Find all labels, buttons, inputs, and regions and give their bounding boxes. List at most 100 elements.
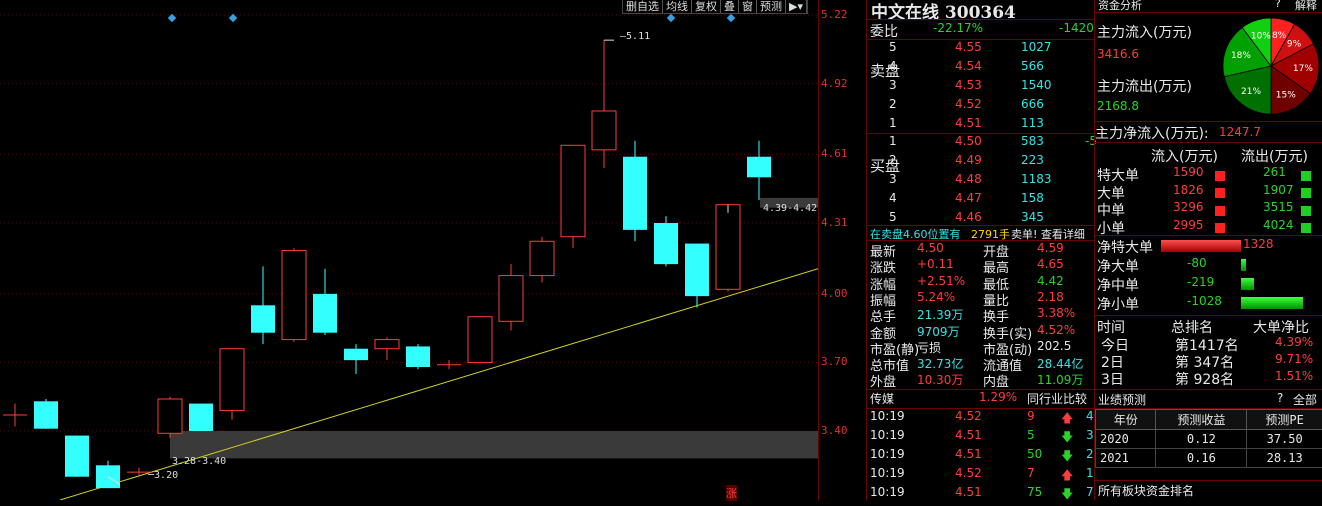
- overlay-button[interactable]: 叠: [721, 0, 739, 13]
- pie-slice-label: 9%: [1287, 40, 1302, 50]
- flow-help-button[interactable]: ?: [1275, 0, 1281, 10]
- candle: [437, 360, 461, 370]
- net-flow-row: 净特大单 1328: [1097, 237, 1274, 256]
- candle: [467, 316, 493, 363]
- net-inflow-label: 主力净流入(万元):: [1095, 126, 1209, 142]
- net-flow-bar: [1161, 240, 1241, 252]
- forecast-all-button[interactable]: 全部: [1293, 391, 1317, 408]
- rank-row: 今日 第1417名 4.39%: [1101, 335, 1314, 354]
- sell-level-row[interactable]: 2 4.52 666: [867, 97, 1095, 115]
- buy-level-row[interactable]: 3 4.48 1183: [867, 172, 1095, 190]
- event-marker: [167, 13, 177, 23]
- stat-row: 总市值 32.73亿 流通值 28.44亿: [870, 357, 1084, 375]
- sell-level-row[interactable]: 1 4.51 113: [867, 116, 1095, 134]
- buy-level-row[interactable]: 4 4.47 158: [867, 191, 1095, 209]
- stat-row: 金额 9709万 换手(实) 4.52%: [870, 322, 1076, 342]
- net-flow-bar: [1241, 297, 1303, 309]
- net-flow-bar: [1241, 278, 1255, 290]
- stat-row: 涨幅 +2.51% 最低 4.42: [870, 273, 1064, 293]
- stat-row: 涨跌 +0.11 最高 4.65: [870, 257, 1064, 277]
- adjust-button[interactable]: 复权: [692, 0, 721, 13]
- pie-slice-label: 18%: [1231, 51, 1251, 61]
- chart-toolbar: 删自选 均线 复权 叠 窗 预测 ▶▾: [622, 0, 808, 14]
- sell-level-row[interactable]: 3 4.53 1540: [867, 78, 1095, 96]
- down-arrow-icon: 🡇: [1061, 449, 1074, 463]
- arrow-menu-icon[interactable]: ▶▾: [786, 0, 807, 13]
- candle: [654, 216, 678, 267]
- all-sector-ranking-link[interactable]: 所有板块资金排名: [1098, 482, 1194, 499]
- price-tick: 5.22: [821, 8, 848, 21]
- inflow-swatch: [1213, 221, 1225, 235]
- candle: [219, 348, 245, 420]
- net-flow-row: 净中单 -219: [1095, 275, 1322, 294]
- sector-row[interactable]: 传媒 1.29% 同行业比较: [867, 390, 1095, 408]
- tick-row: 10:19 4.51 50 🡇 2: [867, 447, 1095, 465]
- band-high-label: 4.39-4.42: [763, 203, 818, 214]
- forecast-help-button[interactable]: ?: [1277, 391, 1283, 405]
- tick-row: 10:19 4.51 5 🡇 3: [867, 428, 1095, 446]
- window-button[interactable]: 窗: [739, 0, 757, 13]
- candle: [344, 344, 368, 374]
- outflow-col-header: 流出(万元): [1241, 149, 1308, 165]
- candle: [498, 264, 524, 331]
- buy-level-row[interactable]: 2 4.49 223: [867, 153, 1095, 171]
- forecast-button[interactable]: 预测: [757, 0, 786, 13]
- price-tick: 4.92: [821, 76, 848, 90]
- buy-level-row[interactable]: 1 4.50 583 -5: [867, 134, 1097, 152]
- flow-row: 大单 1826 1907: [1095, 183, 1322, 202]
- rank-row: 3日第 928名 1.51%: [1101, 369, 1314, 388]
- rank-row: 2日第 347名 9.71%: [1101, 352, 1314, 371]
- pie-slice-label: 15%: [1276, 90, 1296, 100]
- candle: [189, 403, 213, 431]
- high-label: —5.11: [620, 31, 651, 42]
- candle: [251, 266, 275, 345]
- inflow-col-header: 流入(万元): [1151, 149, 1218, 165]
- net-inflow-value: 1247.7: [1219, 125, 1261, 139]
- inflow-label: 主力流入(万元): [1097, 25, 1192, 41]
- pie-slice-label: 21%: [1241, 87, 1261, 97]
- net-flow-row: 净大单 -80: [1095, 256, 1322, 275]
- forecast-cell: 37.50: [1246, 429, 1322, 449]
- outflow-value: 2168.8: [1097, 99, 1139, 113]
- weibi-row: 委比 -22.17% -1420: [870, 21, 1094, 40]
- price-tick: 4.31: [821, 216, 848, 229]
- forecast-table: 年份 预测收益 预测PE 2020 0.12 37.50 2021 0.16 28.13: [1094, 409, 1322, 468]
- candle: [374, 337, 400, 361]
- candle: [560, 144, 586, 249]
- price-tick: 3.70: [821, 355, 848, 369]
- flow-pie-chart: 8%9% 17% 15% 21% 18%10%: [1222, 17, 1320, 115]
- candlestick-chart[interactable]: [0, 0, 818, 500]
- forecast-cell: 2020: [1094, 429, 1157, 449]
- forecast-col-header: 年份: [1094, 409, 1157, 430]
- candle: [3, 403, 27, 427]
- pie-slice-label: 10%: [1251, 32, 1271, 42]
- inflow-swatch: [1213, 203, 1225, 217]
- candle: [591, 40, 617, 169]
- tick-row: 10:19 4.52 7 🡅 1: [867, 466, 1095, 484]
- inflow-swatch: [1213, 186, 1225, 200]
- forecast-cell: 2021: [1094, 448, 1157, 468]
- sell-level-row[interactable]: 5 4.55 1027: [867, 40, 1095, 58]
- flow-row: 小单 2995 4024: [1095, 218, 1322, 237]
- forecast-col-header: 预测PE: [1246, 409, 1322, 430]
- candle: [623, 140, 647, 242]
- candle: [96, 460, 120, 489]
- stat-row: 最新 4.50 开盘 4.59: [870, 241, 1064, 260]
- forecast-col-header: 预测收益: [1155, 409, 1248, 430]
- candle: [529, 236, 555, 283]
- down-arrow-icon: 🡇: [1061, 430, 1074, 444]
- delete-favorite-button[interactable]: 删自选: [623, 0, 663, 13]
- stat-row: 外盘 10.30万 内盘 11.09万: [870, 373, 1084, 391]
- sell-level-row[interactable]: 4 4.54 566: [867, 59, 1095, 77]
- outflow-swatch: [1299, 186, 1311, 200]
- candle: [313, 268, 337, 335]
- moving-average-button[interactable]: 均线: [663, 0, 692, 13]
- outflow-swatch: [1299, 168, 1311, 182]
- price-tick: 4.61: [821, 147, 848, 161]
- candle: [406, 344, 430, 370]
- candle: [685, 243, 709, 308]
- up-arrow-icon: 🡅: [1061, 411, 1074, 425]
- tick-row: 10:19 4.51 75 🡇 7: [867, 485, 1095, 503]
- net-flow-row: 净小单 -1028: [1095, 294, 1322, 313]
- candle: [157, 396, 183, 438]
